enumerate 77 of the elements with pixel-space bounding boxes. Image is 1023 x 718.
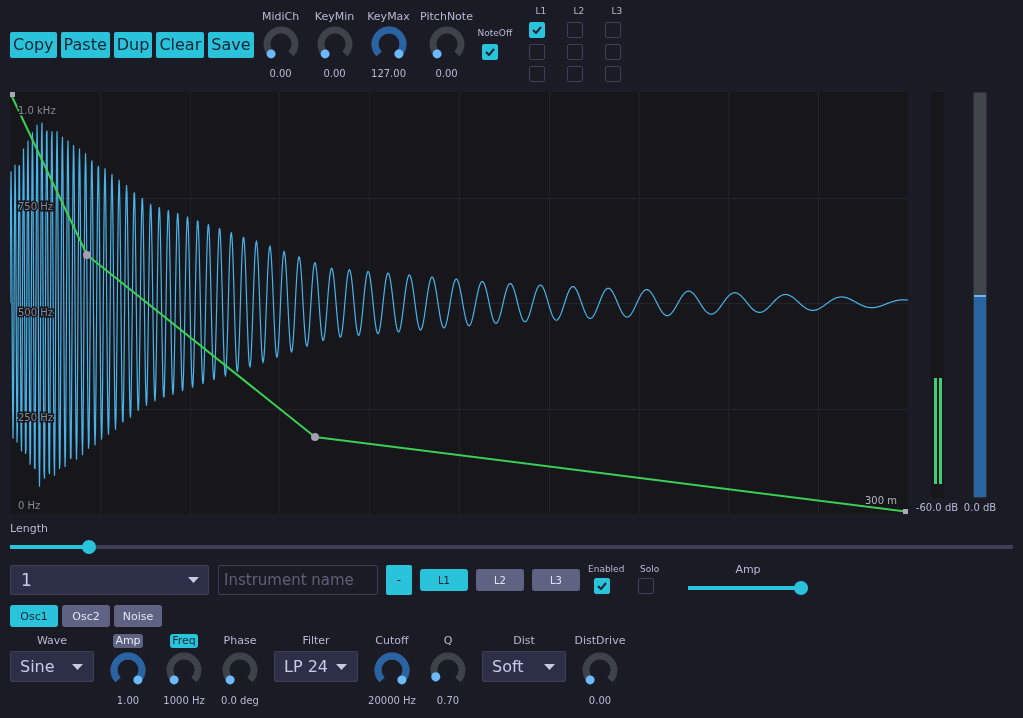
meter-reading: -60.0 dB	[915, 502, 959, 514]
check-icon	[484, 48, 495, 56]
envelope-point[interactable]	[311, 433, 319, 441]
slider-label: Length	[10, 523, 48, 535]
checkbox[interactable]	[528, 66, 545, 82]
knob-label: Phase	[223, 634, 257, 648]
layer-label: L2	[572, 6, 585, 17]
knob-label: Q	[443, 634, 453, 648]
checkbox[interactable]	[566, 44, 583, 60]
caret-icon	[72, 663, 83, 670]
dropdown[interactable]: LP 24	[274, 651, 358, 682]
knob-value: 0.0 deg	[221, 695, 259, 707]
checkbox[interactable]	[566, 22, 583, 38]
knob-label: Cutoff	[375, 634, 409, 648]
layer-tab[interactable]: L1	[420, 569, 468, 591]
checkbox-label: NoteOff	[477, 28, 513, 39]
minus-button[interactable]: -	[386, 565, 412, 595]
param-toggle[interactable]: Amp	[113, 634, 143, 648]
knob-value: 0.00	[435, 68, 458, 80]
layer-label: L1	[534, 6, 547, 17]
knob-label: MidiCh	[261, 10, 300, 23]
knob-value: 0.70	[436, 695, 460, 707]
knob-value: 20000 Hz	[368, 695, 416, 707]
volume-reading: 0.0 dB	[963, 502, 997, 514]
dropdown[interactable]: Soft	[482, 651, 566, 682]
checkbox[interactable]	[566, 66, 583, 82]
checkbox[interactable]	[481, 44, 498, 60]
knob-value: 0.00	[323, 68, 346, 80]
checkbox-label: Solo	[639, 564, 660, 575]
checkbox[interactable]	[604, 44, 621, 60]
knob-label: KeyMax	[367, 10, 410, 23]
layer-tab[interactable]: L3	[532, 569, 580, 591]
volume-slider[interactable]	[973, 92, 987, 498]
knob-value: 127.00	[371, 68, 407, 80]
axis-label: 0 Hz	[18, 499, 41, 511]
knob-label: PitchNote	[420, 10, 473, 23]
checkbox[interactable]	[528, 22, 545, 38]
dropdown-label: Dist	[513, 634, 535, 648]
param-toggle[interactable]: Freq	[170, 634, 198, 648]
axis-label: 1.0 kHz	[18, 104, 56, 116]
caret-icon	[188, 577, 199, 583]
layer-label: L3	[610, 6, 623, 17]
knob-value: 1000 Hz	[163, 695, 205, 707]
knob-label: DistDrive	[574, 634, 626, 648]
dropdown-label: Filter	[302, 634, 330, 648]
toolbar-button[interactable]: Clear	[156, 32, 205, 58]
knob-value: 1.00	[116, 695, 140, 707]
checkbox[interactable]	[638, 578, 654, 594]
slider-label: Amp	[735, 564, 761, 576]
checkbox[interactable]	[604, 66, 621, 82]
knob-value: 0.00	[269, 68, 292, 80]
checkbox-label: Enabled	[588, 564, 625, 575]
toolbar-button[interactable]: Paste	[60, 32, 110, 58]
checkbox[interactable]	[604, 22, 621, 38]
slider-thumb[interactable]	[793, 581, 808, 595]
source-tab[interactable]: Osc2	[62, 605, 110, 627]
envelope-point[interactable]	[83, 251, 91, 259]
check-icon	[531, 26, 542, 34]
dropdown-label: Wave	[36, 634, 68, 648]
dropdown[interactable]: 1	[10, 565, 209, 595]
slider-thumb[interactable]	[82, 540, 97, 554]
check-icon	[597, 582, 607, 590]
knob-value: 0.00	[588, 695, 612, 707]
caret-icon	[544, 663, 555, 670]
source-tab[interactable]: Noise	[114, 605, 162, 627]
axis-label: 300 m	[865, 494, 897, 506]
checkbox[interactable]	[594, 578, 610, 594]
dropdown[interactable]: Sine	[10, 651, 94, 682]
toolbar-button[interactable]: Dup	[113, 32, 153, 58]
name-field[interactable]: Instrument name	[218, 565, 378, 595]
caret-icon	[336, 663, 347, 670]
knob-label: KeyMin	[314, 10, 355, 23]
checkbox[interactable]	[528, 44, 545, 60]
layer-tab[interactable]: L2	[476, 569, 524, 591]
toolbar-button[interactable]: Copy	[10, 32, 57, 58]
toolbar-button[interactable]: Save	[208, 32, 254, 58]
source-tab[interactable]: Osc1	[10, 605, 58, 627]
